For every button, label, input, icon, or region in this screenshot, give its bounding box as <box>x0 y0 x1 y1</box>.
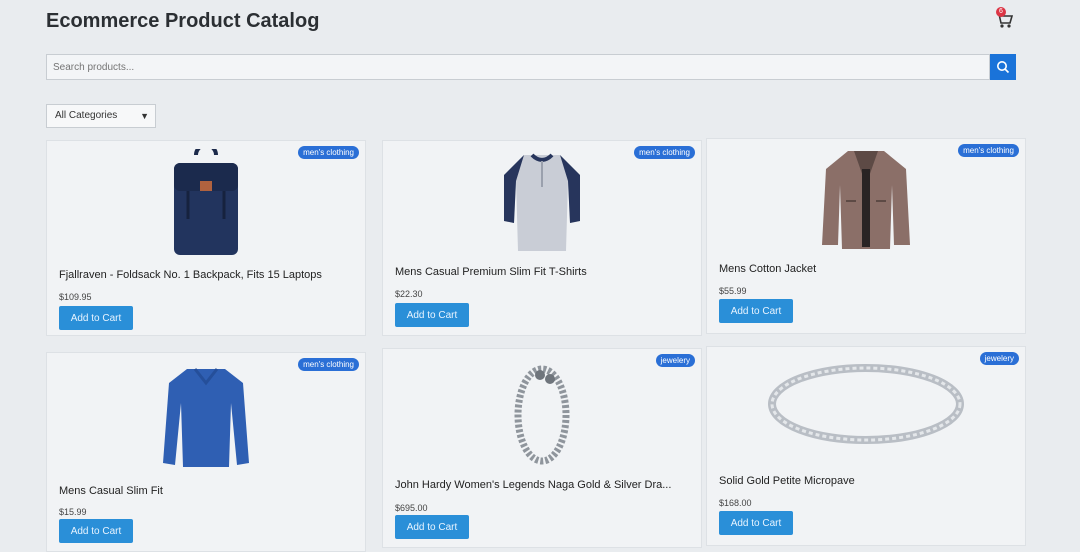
product-name[interactable]: Mens Casual Premium Slim Fit T-Shirts <box>395 266 587 278</box>
product-name[interactable]: Fjallraven - Foldsack No. 1 Backpack, Fi… <box>59 269 322 281</box>
cart-count-badge: 6 <box>996 7 1006 17</box>
tshirt-image <box>383 147 701 255</box>
category-select[interactable]: All Categories ▼ <box>46 104 156 128</box>
product-price: $695.00 <box>395 503 428 513</box>
search-bar <box>46 54 1016 80</box>
product-name[interactable]: Solid Gold Petite Micropave <box>719 475 855 487</box>
product-price: $22.30 <box>395 289 423 299</box>
bracelet-image <box>383 359 701 465</box>
product-price: $168.00 <box>719 498 752 508</box>
category-select-value: All Categories <box>55 110 118 121</box>
search-input[interactable] <box>46 54 990 80</box>
chevron-down-icon: ▼ <box>140 111 149 121</box>
product-card: men's clothing Mens Casual Slim Fit $15.… <box>46 352 366 552</box>
product-card: men's clothing Mens Casual Premium Slim … <box>382 140 702 336</box>
product-price: $55.99 <box>719 286 747 296</box>
product-price: $109.95 <box>59 292 92 302</box>
page-title: Ecommerce Product Catalog <box>46 10 320 32</box>
search-icon <box>997 61 1010 74</box>
product-card: men's clothing Fjallraven - Foldsack No.… <box>46 140 366 336</box>
add-to-cart-button[interactable]: Add to Cart <box>59 519 133 543</box>
add-to-cart-button[interactable]: Add to Cart <box>59 306 133 330</box>
product-name[interactable]: John Hardy Women's Legends Naga Gold & S… <box>395 479 671 491</box>
product-name[interactable]: Mens Casual Slim Fit <box>59 485 163 497</box>
product-price: $15.99 <box>59 507 87 517</box>
ring-image <box>707 359 1025 449</box>
add-to-cart-button[interactable]: Add to Cart <box>719 299 793 323</box>
jacket-image <box>707 145 1025 251</box>
search-button[interactable] <box>990 54 1016 80</box>
product-card: jewelery John Hardy Women's Legends Naga… <box>382 348 702 548</box>
add-to-cart-button[interactable]: Add to Cart <box>395 303 469 327</box>
add-to-cart-button[interactable]: Add to Cart <box>395 515 469 539</box>
longsleeve-image <box>47 363 365 471</box>
product-name[interactable]: Mens Cotton Jacket <box>719 263 816 275</box>
product-card: jewelery Solid Gold Petite Micropave $16… <box>706 346 1026 546</box>
add-to-cart-button[interactable]: Add to Cart <box>719 511 793 535</box>
product-card: men's clothing Mens Cotton Jacket $55.99… <box>706 138 1026 334</box>
backpack-image <box>47 149 365 257</box>
